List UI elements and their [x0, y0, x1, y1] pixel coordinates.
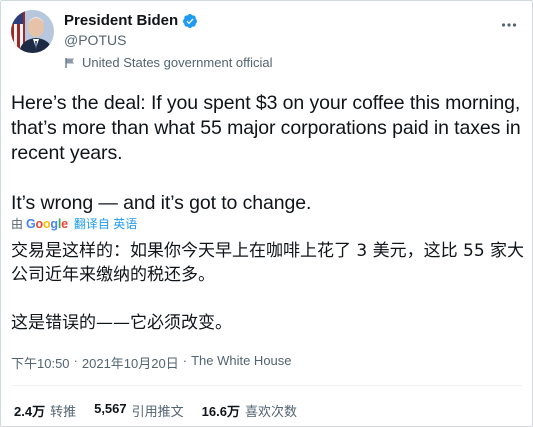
avatar[interactable]: [11, 10, 54, 53]
more-options-button[interactable]: [498, 14, 520, 36]
tweet-header: President Biden @POTUS United States gov…: [11, 10, 522, 70]
likes-stat[interactable]: 16.6万 喜欢次数: [202, 401, 297, 420]
tweet-text: Here’s the deal: If you spent $3 on your…: [11, 91, 526, 216]
more-dots-icon: [501, 23, 517, 27]
tweet-paragraph: It’s wrong — and it’s got to change.: [11, 192, 312, 214]
tweet-paragraph: Here’s the deal: If you spent $3 on your…: [11, 92, 521, 164]
translate-source-link[interactable]: 翻译自 英语: [74, 215, 137, 232]
translated-text: 交易是这样的：如果你今天早上在咖啡上花了 3 美元，这比 55 家大公司近年来缴…: [11, 239, 526, 335]
name-row: President Biden: [64, 12, 273, 29]
tweet-date[interactable]: 2021年10月20日: [82, 353, 179, 372]
tweet-source[interactable]: The White House: [191, 353, 291, 372]
author-block: President Biden @POTUS United States gov…: [64, 12, 273, 70]
tweet-card: President Biden @POTUS United States gov…: [0, 0, 533, 427]
divider: [11, 385, 522, 386]
likes-label: 喜欢次数: [244, 404, 297, 419]
likes-count: 16.6万: [201, 404, 240, 419]
tweet-meta: 下午10:50 · 2021年10月20日 · The White House: [11, 353, 292, 372]
meta-separator: ·: [73, 353, 78, 368]
tweet-stats: 2.4万 转推 5,567 引用推文 16.6万 喜欢次数: [14, 401, 297, 420]
translation-attribution: 由 Google 翻译自 英语: [11, 215, 137, 232]
retweets-label: 转推: [50, 404, 77, 419]
verified-badge-icon: [183, 13, 198, 28]
retweets-count: 2.4万: [14, 404, 46, 419]
quotes-stat[interactable]: 5,567 引用推文: [94, 401, 184, 420]
retweets-stat[interactable]: 2.4万 转推: [14, 401, 76, 420]
quotes-count: 5,567: [94, 401, 127, 416]
quotes-label: 引用推文: [131, 404, 184, 419]
flag-icon: [65, 57, 74, 68]
tweet-time[interactable]: 下午10:50: [11, 353, 70, 372]
government-label-text: United States government official: [82, 55, 273, 70]
meta-separator: ·: [182, 353, 188, 368]
translation-by: 由: [11, 217, 24, 231]
author-handle[interactable]: @POTUS: [64, 32, 273, 48]
avatar-image: [11, 10, 54, 53]
author-name[interactable]: President Biden: [64, 12, 178, 29]
google-logo: Google: [26, 216, 68, 231]
government-label[interactable]: United States government official: [64, 55, 273, 70]
translated-paragraph: 交易是这样的：如果你今天早上在咖啡上花了 3 美元，这比 55 家大公司近年来缴…: [11, 241, 525, 285]
translated-paragraph: 这是错误的——它必须改变。: [11, 313, 232, 333]
